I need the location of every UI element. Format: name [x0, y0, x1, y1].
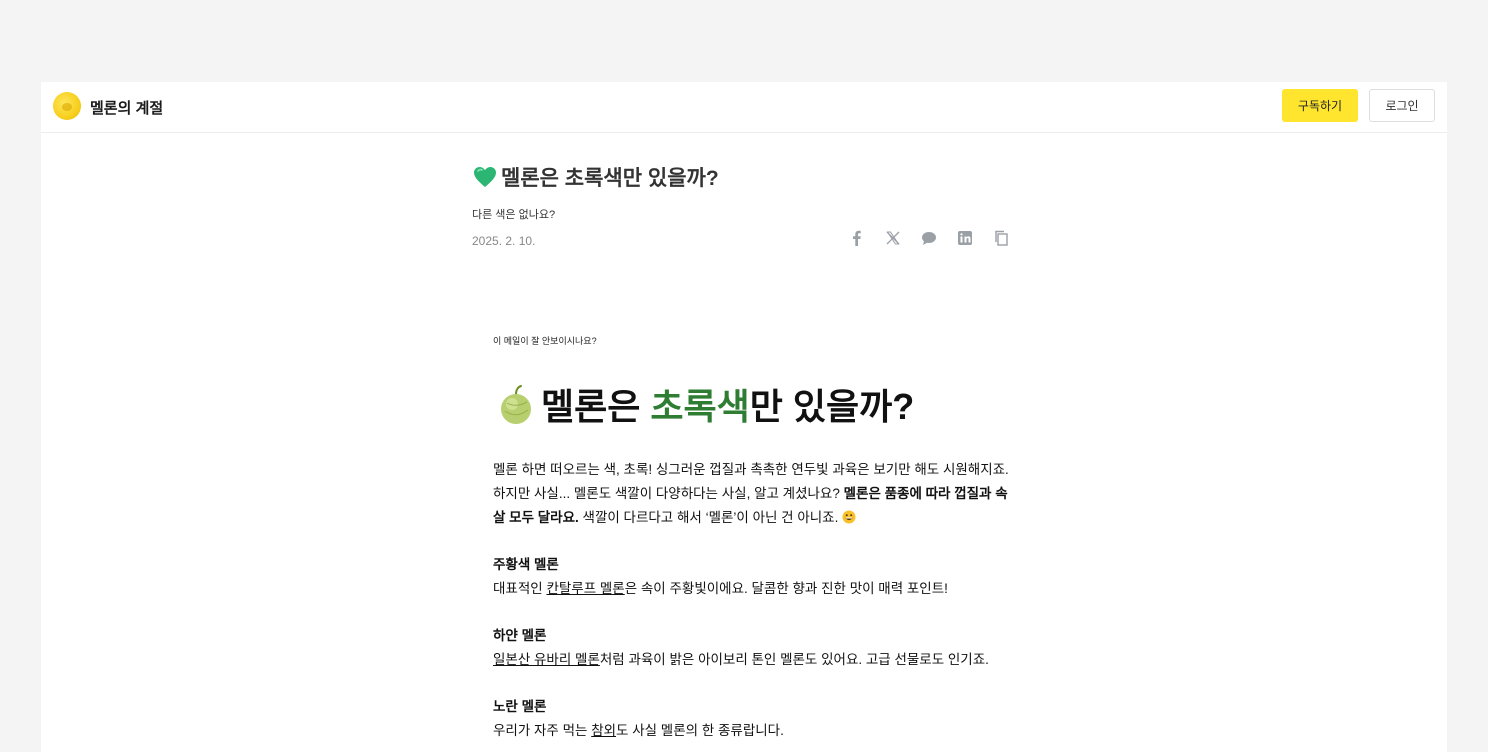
section-title: 노란 멜론	[493, 699, 547, 714]
intro-line2: 하지만 사실... 멜론도 색깔이 다양하다는 사실, 알고 계셨나요?	[493, 486, 844, 501]
share-bar	[847, 228, 1011, 248]
melon-icon	[501, 385, 531, 424]
cantaloupe-link[interactable]: 칸탈루프 멜론	[546, 581, 624, 596]
linkedin-icon[interactable]	[955, 228, 975, 248]
chamoe-link[interactable]: 참외	[591, 723, 616, 738]
intro-bold-2: 살 모두 달라요.	[493, 510, 579, 525]
newsletter-body: 멜론 하면 떠오르는 색, 초록! 싱그러운 껍질과 촉촉한 연두빛 과육은 보…	[493, 458, 1013, 743]
intro-bold-1: 멜론은 품종에 따라 껍질과 속	[843, 486, 1008, 501]
post-date: 2025. 2. 10.	[472, 234, 536, 248]
section-yellow: 노란 멜론 우리가 자주 먹는 참외도 사실 멜론의 한 종류랍니다.	[493, 695, 1013, 743]
intro-line1: 멜론 하면 떠오르는 색, 초록! 싱그러운 껍질과 촉촉한 연두빛 과육은 보…	[493, 462, 1009, 477]
post-title: 멜론은 초록색만 있을까?	[473, 162, 719, 192]
heading-part1: 멜론은	[541, 386, 651, 427]
post-title-text: 멜론은 초록색만 있을까?	[501, 167, 719, 190]
login-button[interactable]: 로그인	[1369, 89, 1435, 122]
section-orange: 주황색 멜론 대표적인 칸탈루프 멜론은 속이 주황빛이에요. 달콤한 향과 진…	[493, 553, 1013, 601]
section-text: 도 사실 멜론의 한 종류랍니다.	[616, 723, 784, 738]
view-in-browser-link[interactable]: 이 메일이 잘 안보이시나요?	[493, 334, 597, 347]
page-container: 멜론의 계절 구독하기 로그인 멜론은 초록색만 있을까? 다른 색은 없나요?…	[41, 82, 1447, 752]
section-text: 대표적인	[493, 581, 547, 596]
intro-line3: 색깔이 다르다고 해서 ‘멜론’이 아닌 건 아니죠.	[578, 510, 839, 525]
site-header: 멜론의 계절 구독하기 로그인	[41, 82, 1447, 133]
newsletter-heading: 멜론은 초록색 만 있을까?	[497, 378, 914, 430]
green-heart-icon	[474, 167, 496, 187]
brand-logo[interactable]	[53, 92, 81, 120]
section-title: 주황색 멜론	[493, 557, 559, 572]
section-text: 처럼 과육이 밝은 아이보리 톤인 멜론도 있어요. 고급 선물로도 인기죠.	[599, 652, 989, 667]
section-text: 우리가 자주 먹는	[493, 723, 592, 738]
grinning-face-icon	[842, 510, 856, 524]
comment-icon[interactable]	[919, 228, 939, 248]
subscribe-button[interactable]: 구독하기	[1282, 89, 1358, 122]
intro-paragraph: 멜론 하면 떠오르는 색, 초록! 싱그러운 껍질과 촉촉한 연두빛 과육은 보…	[493, 458, 1013, 530]
section-white: 하얀 멜론 일본산 유바리 멜론처럼 과육이 밝은 아이보리 톤인 멜론도 있어…	[493, 624, 1013, 672]
heading-part2: 만 있을까?	[749, 386, 915, 427]
brand-name[interactable]: 멜론의 계절	[90, 97, 163, 118]
post-subtitle: 다른 색은 없나요?	[472, 209, 556, 221]
section-title: 하얀 멜론	[493, 628, 547, 643]
x-icon[interactable]	[883, 228, 903, 248]
section-text: 은 속이 주황빛이에요. 달콤한 향과 진한 맛이 매력 포인트!	[624, 581, 948, 596]
facebook-icon[interactable]	[847, 228, 867, 248]
copy-icon[interactable]	[991, 228, 1011, 248]
heading-highlight: 초록색	[650, 386, 750, 427]
yubari-link[interactable]: 일본산 유바리 멜론	[493, 652, 600, 667]
